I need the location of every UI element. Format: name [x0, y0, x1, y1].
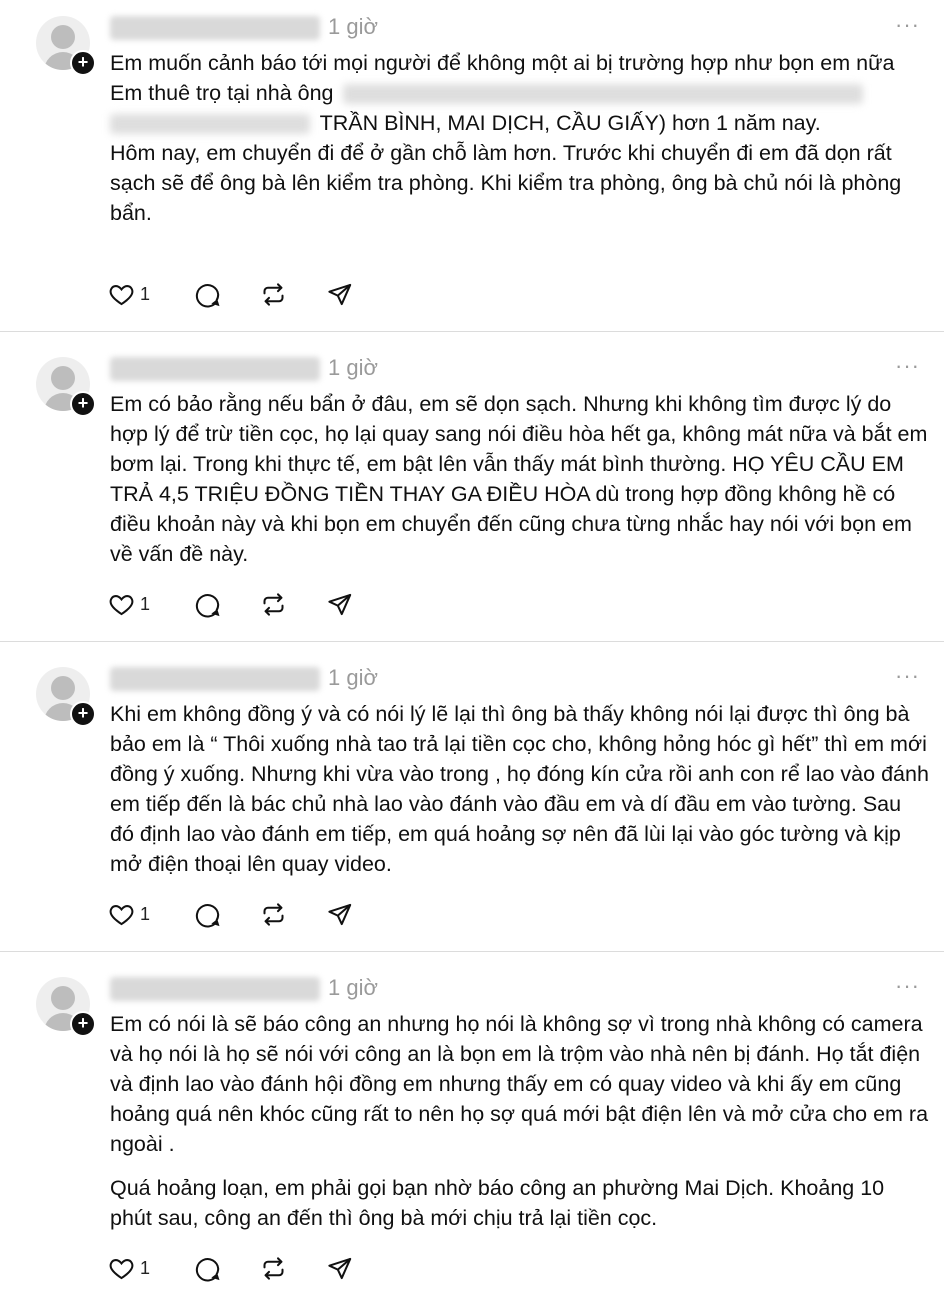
- repost-button[interactable]: [260, 589, 287, 619]
- comment-icon: [195, 593, 220, 617]
- post: + username_blurred 1 giờ ··· Em muốn cản…: [0, 0, 944, 332]
- like-button[interactable]: 1: [108, 279, 150, 309]
- heart-icon: [109, 904, 134, 925]
- username[interactable]: username_blurred: [110, 16, 320, 40]
- post-paragraph: Quá hoảng loạn, em phải gọi bạn nhờ báo …: [110, 1176, 885, 1230]
- threads-feed: + username_blurred 1 giờ ··· Em muốn cản…: [0, 0, 944, 1298]
- post: + username_blurred 1 giờ ··· Em có nói l…: [0, 961, 944, 1298]
- post: + username_blurred 1 giờ ··· Em có bảo r…: [0, 341, 944, 642]
- post-text-line: Em muốn cảnh báo tới mọi người để không …: [110, 51, 895, 75]
- redacted-address: x: [343, 84, 864, 105]
- comment-button[interactable]: [194, 1253, 221, 1283]
- follow-plus-icon[interactable]: +: [70, 391, 96, 417]
- post-time: 1 giờ: [328, 975, 378, 1000]
- repost-icon: [263, 902, 284, 926]
- share-button[interactable]: [326, 279, 353, 309]
- like-count: 1: [140, 283, 151, 304]
- like-button[interactable]: 1: [108, 899, 150, 929]
- repost-button[interactable]: [260, 1253, 287, 1283]
- post: + username_blurred 1 giờ ··· Khi em khôn…: [0, 651, 944, 952]
- post-content: Em có nói là sẽ báo công an nhưng họ nói…: [110, 1009, 930, 1233]
- post-paragraph: Em có bảo rằng nếu bẩn ở đâu, em sẽ dọn …: [110, 392, 928, 566]
- post-text-fragment: Em thuê trọ tại nhà ông: [110, 81, 340, 105]
- comment-button[interactable]: [194, 279, 221, 309]
- heart-icon: [109, 594, 134, 615]
- post-paragraph: Em có nói là sẽ báo công an nhưng họ nói…: [110, 1012, 929, 1156]
- follow-plus-icon[interactable]: +: [70, 1011, 96, 1037]
- share-button[interactable]: [326, 589, 353, 619]
- like-count: 1: [140, 903, 151, 924]
- share-button[interactable]: [326, 1253, 353, 1283]
- follow-plus-icon[interactable]: +: [70, 50, 96, 76]
- like-button[interactable]: 1: [108, 589, 150, 619]
- repost-icon: [263, 1256, 284, 1280]
- username[interactable]: username_blurred: [110, 977, 320, 1001]
- username[interactable]: username_blurred: [110, 357, 320, 381]
- post-content: Em muốn cảnh báo tới mọi người để không …: [110, 48, 930, 228]
- comment-icon: [195, 1257, 220, 1281]
- post-time: 1 giờ: [328, 665, 378, 690]
- share-icon: [328, 903, 352, 925]
- username[interactable]: username_blurred: [110, 667, 320, 691]
- follow-plus-icon[interactable]: +: [70, 701, 96, 727]
- more-icon[interactable]: ···: [895, 973, 920, 999]
- more-icon[interactable]: ···: [895, 663, 920, 689]
- post-time: 1 giờ: [328, 355, 378, 380]
- share-icon: [328, 283, 352, 305]
- post-text-line: Em thuê trọ tại nhà ông x x TRẦN BÌNH, M…: [110, 78, 930, 138]
- post-time: 1 giờ: [328, 14, 378, 39]
- post-text-line: Hôm nay, em chuyển đi để ở gần chỗ làm h…: [110, 141, 902, 225]
- post-paragraph: Khi em không đồng ý và có nói lý lẽ lại …: [110, 702, 929, 876]
- more-icon[interactable]: ···: [895, 12, 920, 38]
- share-icon: [328, 1257, 352, 1279]
- comment-button[interactable]: [194, 589, 221, 619]
- post-text-fragment: TRẦN BÌNH, MAI DỊCH, CẦU GIẤY) hơn 1 năm…: [319, 111, 821, 135]
- repost-icon: [263, 592, 284, 616]
- like-count: 1: [140, 1257, 151, 1278]
- post-content: Em có bảo rằng nếu bẩn ở đâu, em sẽ dọn …: [110, 389, 930, 569]
- comment-icon: [195, 903, 220, 927]
- more-icon[interactable]: ···: [895, 353, 920, 379]
- share-icon: [328, 593, 352, 615]
- redacted-address: x: [110, 114, 310, 135]
- like-count: 1: [140, 593, 151, 614]
- repost-button[interactable]: [260, 279, 287, 309]
- comment-icon: [195, 283, 220, 307]
- share-button[interactable]: [326, 899, 353, 929]
- heart-icon: [109, 284, 134, 305]
- post-content: Khi em không đồng ý và có nói lý lẽ lại …: [110, 699, 930, 879]
- heart-icon: [109, 1258, 134, 1279]
- comment-button[interactable]: [194, 899, 221, 929]
- repost-icon: [263, 282, 284, 306]
- like-button[interactable]: 1: [108, 1253, 150, 1283]
- repost-button[interactable]: [260, 899, 287, 929]
